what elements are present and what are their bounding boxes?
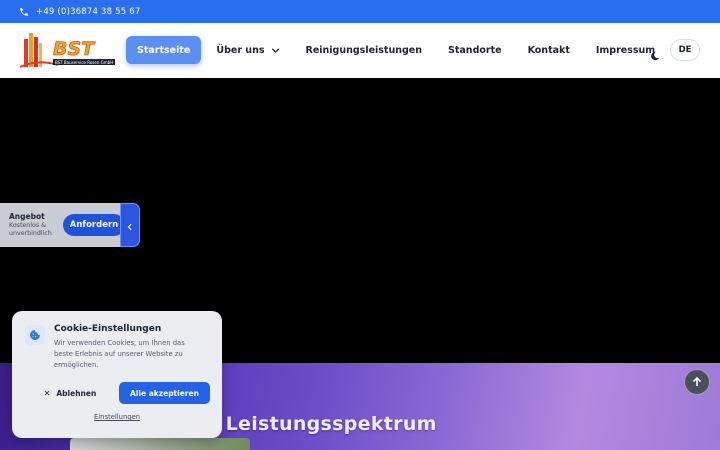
site-header: BST BST Bauservice Rosen GmbH Startseite… <box>0 23 720 78</box>
nav-standorte[interactable]: Standorte <box>448 36 502 64</box>
top-info-bar: +49 (0)36874 38 55 67 <box>0 0 720 23</box>
offer-subtitle: Kostenlos & unverbindlich <box>9 222 52 237</box>
svg-text:BST Bauservice Rosen GmbH: BST Bauservice Rosen GmbH <box>55 60 113 65</box>
nav-impressum[interactable]: Impressum <box>596 36 655 64</box>
cookie-description: Wir verwenden Cookies, um Ihnen das best… <box>54 339 185 369</box>
dark-mode-moon-icon[interactable] <box>650 46 660 61</box>
main-navigation: Startseite Über uns Reinigungsleistungen… <box>126 36 655 64</box>
cookie-icon <box>25 325 45 345</box>
scroll-to-top-button[interactable] <box>684 369 710 395</box>
close-icon: ✕ <box>43 388 51 398</box>
language-switcher[interactable]: DE <box>670 39 700 61</box>
decline-cookies-button[interactable]: ✕ Ablehnen <box>30 382 110 404</box>
cookie-settings-link[interactable]: Einstellungen <box>94 413 140 421</box>
nav-startseite[interactable]: Startseite <box>126 36 202 64</box>
chevron-down-icon <box>271 46 280 55</box>
nav-reinigungsleistungen[interactable]: Reinigungsleistungen <box>306 36 423 64</box>
nav-ueber-uns[interactable]: Über uns <box>216 36 279 64</box>
nav-kontakt[interactable]: Kontakt <box>528 36 570 64</box>
svg-text:BST: BST <box>53 38 96 60</box>
offer-panel-toggle[interactable] <box>120 203 140 247</box>
offer-title: Angebot <box>9 212 45 221</box>
service-image <box>70 438 250 450</box>
request-offer-button[interactable]: Anfordern <box>63 214 125 236</box>
arrow-up-icon <box>691 373 703 392</box>
chevron-left-icon <box>126 216 134 235</box>
phone-number[interactable]: +49 (0)36874 38 55 67 <box>36 7 140 17</box>
accept-all-cookies-button[interactable]: Alle akzeptieren <box>119 382 210 404</box>
cookie-title: Cookie-Einstellungen <box>54 324 162 334</box>
phone-icon <box>19 7 29 17</box>
company-logo[interactable]: BST BST Bauservice Rosen GmbH <box>18 29 118 73</box>
